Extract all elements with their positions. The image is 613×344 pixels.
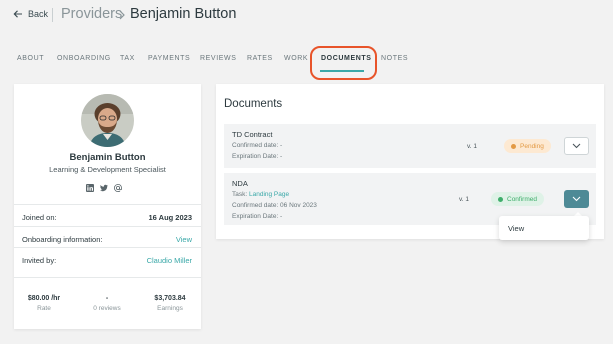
- back-label: Back: [28, 9, 49, 19]
- document-confirmed-date: Confirmed date: 06 Nov 2023: [232, 202, 317, 209]
- joined-label: Joined on:: [22, 213, 57, 222]
- tab-payments[interactable]: PAYMENTS: [148, 55, 190, 62]
- breadcrumb-providers[interactable]: Providers: [61, 6, 122, 22]
- stat-label: Rate: [37, 305, 51, 312]
- chevron-down-icon: [572, 196, 581, 202]
- invited-by-link[interactable]: Claudio Miller: [147, 256, 192, 265]
- task-link[interactable]: Landing Page: [249, 191, 289, 198]
- status-dot: [511, 143, 516, 149]
- stat-value: -: [105, 295, 109, 302]
- tab-notes[interactable]: NOTES: [381, 55, 408, 62]
- profile-card: Benjamin Button Learning & Development S…: [14, 84, 201, 329]
- linkedin-icon[interactable]: [86, 179, 94, 192]
- stat-earnings: $3,703.84 Earnings: [140, 295, 200, 312]
- document-task: Task: Landing Page: [232, 191, 289, 198]
- tab-about[interactable]: ABOUT: [17, 55, 44, 62]
- status-text: Confirmed: [507, 195, 537, 203]
- stat-reviews: - 0 reviews: [77, 295, 137, 312]
- tab-work[interactable]: WORK: [284, 55, 308, 62]
- onboarding-view-link[interactable]: View: [176, 235, 192, 244]
- divider: [14, 277, 201, 278]
- document-row-td-contract: TD Contract Confirmed date: - Expiration…: [224, 124, 596, 168]
- stat-value: $80.00 /hr: [27, 295, 61, 302]
- tab-onboarding[interactable]: ONBOARDING: [57, 55, 111, 62]
- document-actions-dropdown[interactable]: [564, 190, 589, 208]
- document-version: v. 1: [459, 196, 469, 203]
- task-prefix: Task:: [232, 191, 248, 198]
- provider-name: Benjamin Button: [69, 152, 146, 163]
- page-header: Back Providers Benjamin Button: [0, 0, 613, 34]
- divider: [14, 204, 201, 205]
- tab-highlight-outline: [310, 46, 377, 80]
- invited-label: Invited by:: [22, 256, 57, 265]
- stat-value: $3,703.84: [154, 295, 186, 302]
- status-badge-pending: Pending: [504, 139, 551, 153]
- avatar: [81, 94, 134, 147]
- documents-title: Documents: [224, 98, 283, 110]
- status-text: Pending: [520, 142, 544, 150]
- tab-tax[interactable]: TAX: [120, 55, 135, 62]
- stat-label: 0 reviews: [93, 305, 121, 312]
- back-button[interactable]: Back: [13, 9, 48, 19]
- tab-rates[interactable]: RATES: [247, 55, 273, 62]
- social-links: [86, 179, 122, 192]
- document-name: TD Contract: [232, 130, 273, 139]
- document-expiration-date: Expiration Date: -: [232, 153, 283, 160]
- twitter-icon[interactable]: [100, 179, 108, 192]
- tab-reviews[interactable]: REVIEWS: [200, 55, 236, 62]
- document-confirmed-date: Confirmed date: -: [232, 142, 283, 149]
- chevron-down-icon: [572, 143, 581, 149]
- document-expiration-date: Expiration Date: -: [232, 213, 283, 220]
- status-dot: [498, 196, 503, 202]
- document-actions-dropdown[interactable]: [564, 137, 589, 155]
- email-icon[interactable]: [114, 179, 122, 192]
- divider: [14, 226, 201, 227]
- document-version: v. 1: [467, 143, 477, 150]
- status-badge-confirmed: Confirmed: [491, 192, 544, 206]
- stat-rate: $80.00 /hr Rate: [14, 295, 74, 312]
- header-divider: [52, 8, 53, 22]
- page-title: Benjamin Button: [130, 6, 237, 22]
- document-actions-menu: View: [499, 216, 589, 240]
- menu-item-view[interactable]: View: [508, 224, 524, 233]
- divider: [14, 247, 201, 248]
- provider-title: Learning & Development Specialist: [49, 165, 166, 174]
- stat-label: Earnings: [157, 305, 183, 312]
- joined-date: 16 Aug 2023: [148, 213, 193, 222]
- chevron-right-icon: [119, 10, 125, 20]
- onboarding-label: Onboarding information:: [22, 235, 103, 244]
- document-name: NDA: [232, 179, 248, 188]
- arrow-left-icon: [13, 10, 22, 18]
